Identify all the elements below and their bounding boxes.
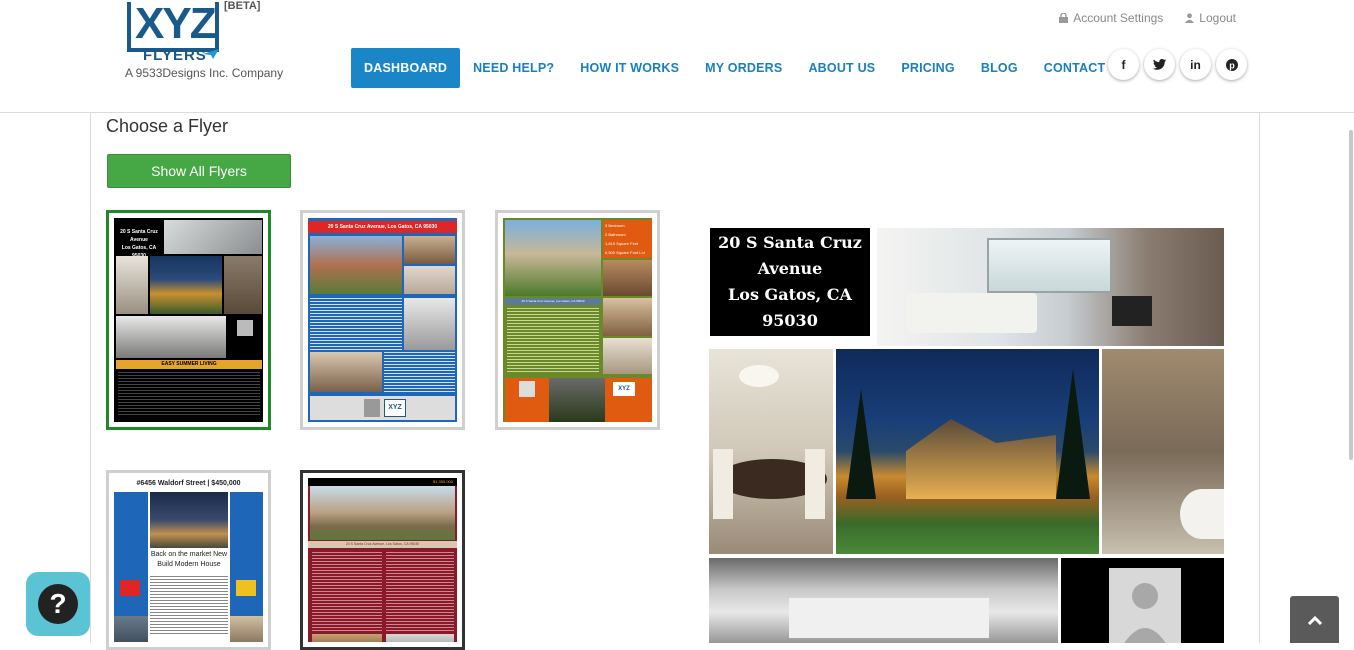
svg-text:p: p bbox=[1229, 60, 1235, 70]
site-logo[interactable]: XYZ FLYERS [BETA] A 9533Designs Inc. Com… bbox=[125, 0, 295, 82]
social-links: f in p bbox=[1108, 49, 1247, 80]
chevron-up-icon bbox=[1307, 615, 1322, 625]
nav-dashboard[interactable]: DASHBOARD bbox=[351, 48, 461, 88]
pinterest-p-icon: p bbox=[1225, 58, 1238, 71]
twitter-bird-icon bbox=[1153, 59, 1166, 70]
account-links: Account Settings Logout bbox=[1059, 11, 1236, 25]
nav-blog[interactable]: BLOG bbox=[968, 48, 1031, 88]
avatar-placeholder-icon bbox=[1124, 583, 1166, 643]
nav-pricing[interactable]: PRICING bbox=[888, 48, 968, 88]
preview-living-room-photo bbox=[877, 228, 1224, 346]
facebook-icon[interactable]: f bbox=[1108, 49, 1139, 80]
twitter-icon[interactable] bbox=[1144, 49, 1175, 80]
flyer-thumbnail-5[interactable]: $1,350,000 20 S Santa Cruz Avenue, Los G… bbox=[300, 470, 465, 650]
preview-house-photo bbox=[836, 349, 1099, 554]
preview-kitchen-photo bbox=[709, 558, 1058, 643]
preview-address-block: 20 S Santa Cruz Avenue Los Gatos, CA 950… bbox=[710, 228, 870, 336]
logout-link[interactable]: Logout bbox=[1185, 11, 1236, 25]
preview-dining-photo bbox=[709, 349, 833, 554]
flyer-preview: 20 S Santa Cruz Avenue Los Gatos, CA 950… bbox=[700, 220, 1236, 643]
main-nav: DASHBOARD NEED HELP? HOW IT WORKS MY ORD… bbox=[351, 48, 1118, 88]
lock-icon bbox=[1059, 13, 1069, 23]
site-header: XYZ FLYERS [BETA] A 9533Designs Inc. Com… bbox=[0, 0, 1354, 113]
page-title: Choose a Flyer bbox=[106, 116, 229, 136]
flyer-thumbnail-4[interactable]: #6456 Waldorf Street | $450,000 Back on … bbox=[106, 470, 271, 650]
nav-need-help[interactable]: NEED HELP? bbox=[460, 48, 567, 88]
account-settings-link[interactable]: Account Settings bbox=[1059, 11, 1163, 25]
page-scrollbar[interactable] bbox=[1349, 130, 1353, 460]
nav-about-us[interactable]: ABOUT US bbox=[795, 48, 888, 88]
flyer-thumbnail-1[interactable]: 20 S Santa Cruz Avenue Los Gatos, CA 950… bbox=[106, 210, 271, 430]
nav-my-orders[interactable]: MY ORDERS bbox=[692, 48, 795, 88]
scroll-to-top-button[interactable] bbox=[1290, 596, 1339, 643]
logo-tagline: A 9533Designs Inc. Company bbox=[125, 66, 284, 80]
show-all-flyers-button[interactable]: Show All Flyers bbox=[107, 154, 291, 188]
linkedin-icon[interactable]: in bbox=[1180, 49, 1211, 80]
question-mark-icon: ? bbox=[38, 584, 78, 624]
user-icon bbox=[1185, 13, 1195, 23]
flyer-thumbnail-3[interactable]: 3 Bedroom 2 Bathroom 1,615 Square Feet 6… bbox=[495, 210, 660, 430]
preview-bathroom-photo bbox=[1102, 349, 1224, 554]
paper-plane-icon bbox=[203, 49, 219, 59]
nav-how-it-works[interactable]: HOW IT WORKS bbox=[567, 48, 692, 88]
help-button[interactable]: ? bbox=[26, 572, 90, 636]
preview-agent-block bbox=[1061, 558, 1224, 643]
beta-badge: [BETA] bbox=[224, 0, 261, 12]
agent-photo-placeholder bbox=[1109, 568, 1181, 643]
pinterest-icon[interactable]: p bbox=[1216, 49, 1247, 80]
flyer-thumbnail-2[interactable]: 20 S Santa Cruz Avenue, Los Gatos, CA 95… bbox=[300, 210, 465, 430]
logo-mark: XYZ FLYERS bbox=[125, 2, 219, 64]
nav-contact[interactable]: CONTACT bbox=[1031, 48, 1119, 88]
